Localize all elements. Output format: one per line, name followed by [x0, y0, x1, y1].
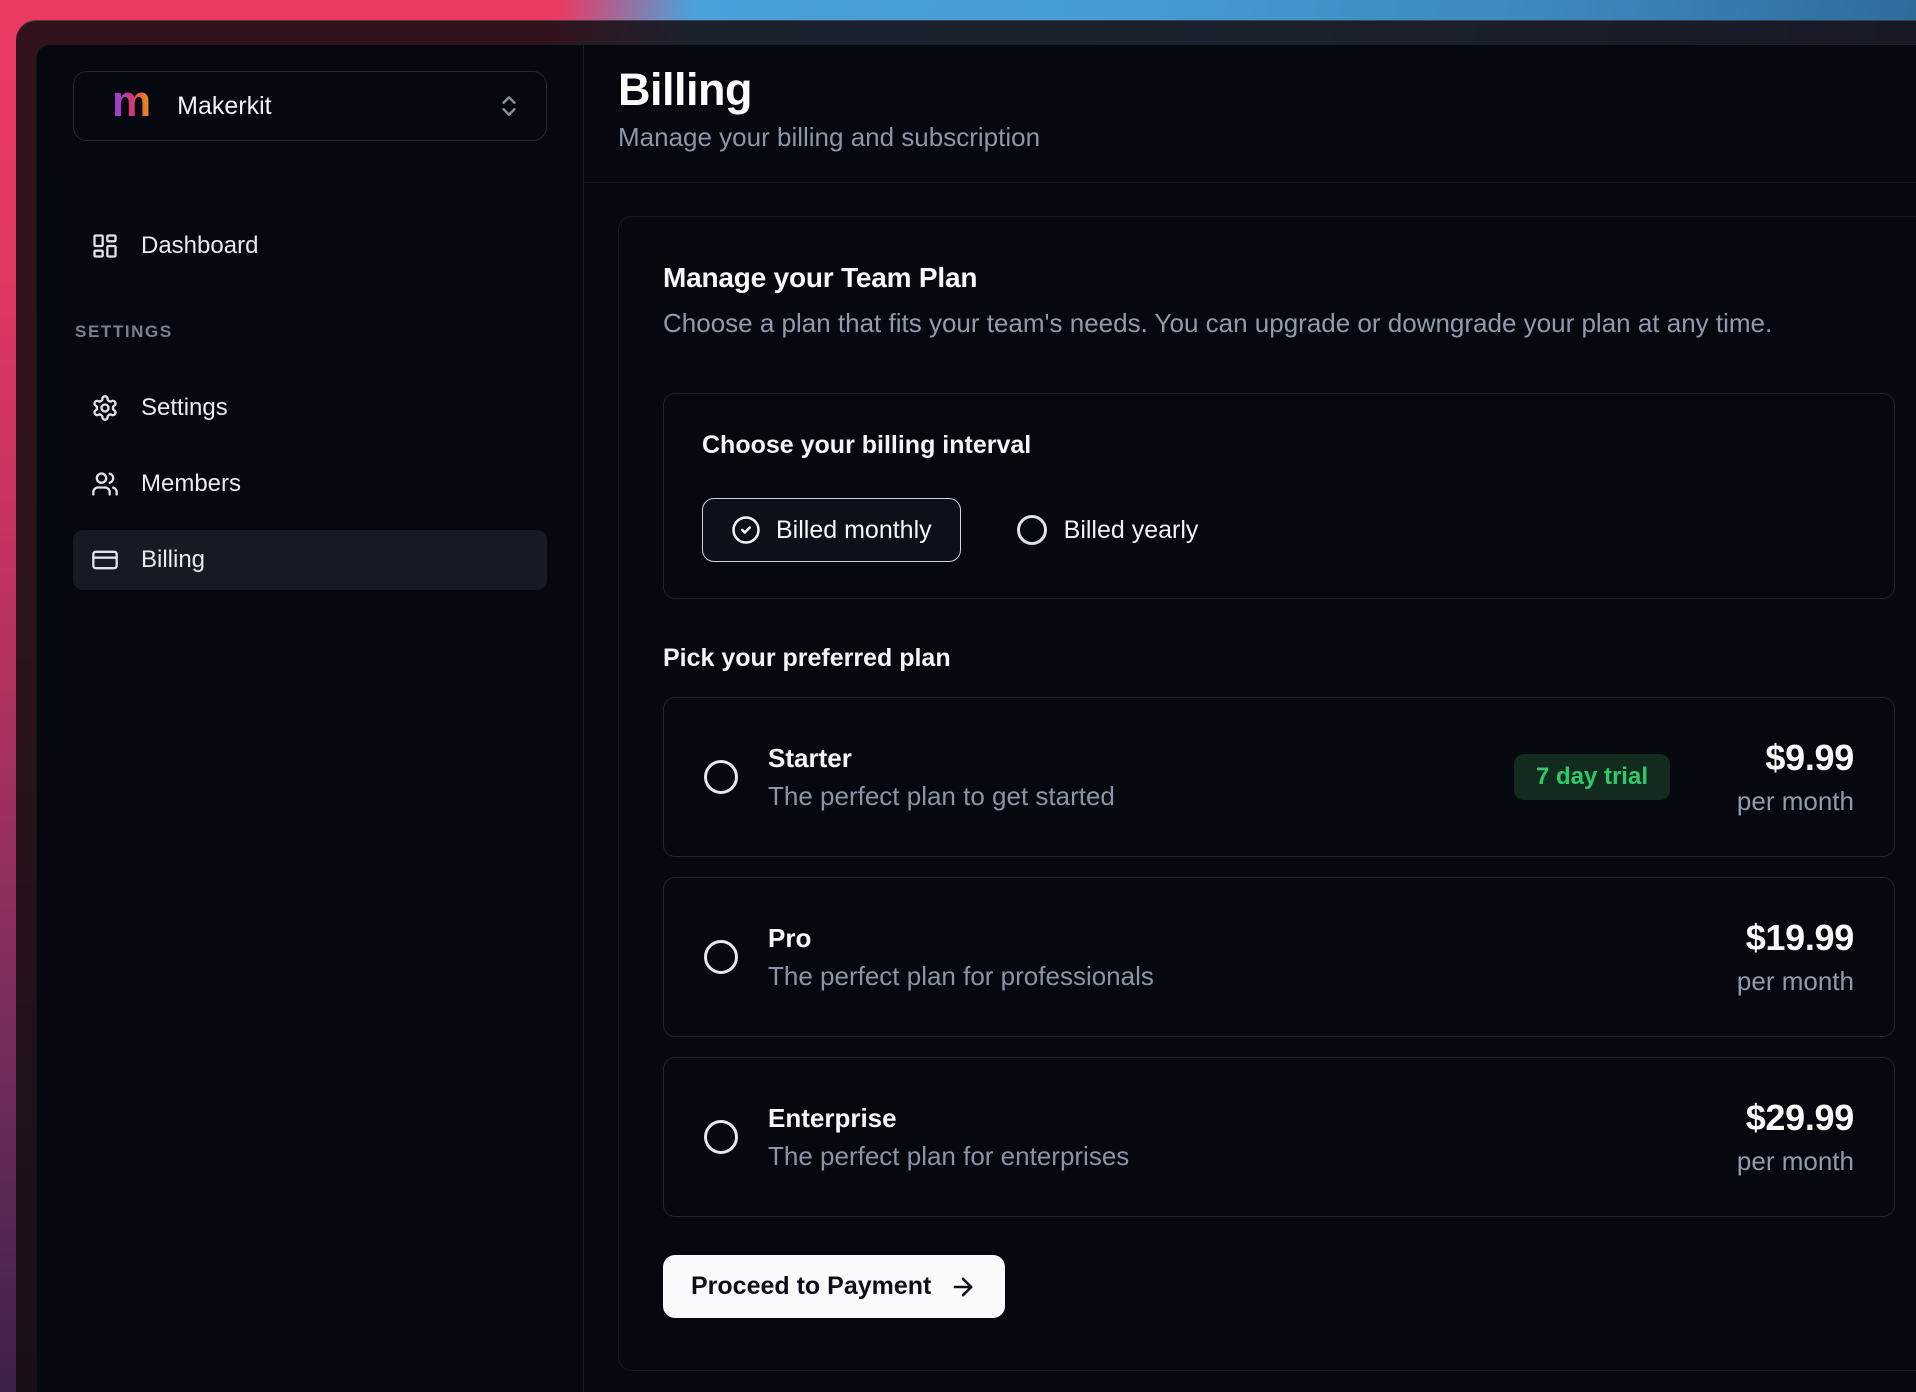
sidebar-item-members[interactable]: Members: [73, 454, 547, 514]
plan-row-pro[interactable]: Pro The perfect plan for professionals $…: [663, 877, 1895, 1037]
sidebar-item-settings[interactable]: Settings: [73, 378, 547, 438]
page-title: Billing: [618, 65, 1876, 115]
sidebar-item-label: Dashboard: [141, 232, 258, 260]
price-block: $9.99 per month: [1704, 738, 1854, 817]
plan-name: Starter: [768, 742, 1115, 774]
sidebar-item-dashboard[interactable]: Dashboard: [73, 216, 547, 276]
radio-circle-icon[interactable]: [704, 1120, 738, 1154]
plan-info: Pro The perfect plan for professionals: [768, 922, 1154, 992]
plan-cadence: per month: [1704, 965, 1854, 997]
radio-circle-icon[interactable]: [704, 940, 738, 974]
team-name: Makerkit: [177, 92, 271, 121]
sidebar-section-label: SETTINGS: [75, 322, 547, 342]
plan-price: $19.99: [1704, 918, 1854, 958]
billed-monthly-option[interactable]: Billed monthly: [702, 498, 961, 562]
proceed-to-payment-label: Proceed to Payment: [691, 1272, 931, 1301]
sidebar-item-label: Settings: [141, 394, 228, 422]
page-header: Billing Manage your billing and subscrip…: [584, 45, 1916, 183]
main-content: Billing Manage your billing and subscrip…: [584, 45, 1916, 1392]
pick-plan-label: Pick your preferred plan: [663, 643, 1895, 673]
plan-row-enterprise[interactable]: Enterprise The perfect plan for enterpri…: [663, 1057, 1895, 1217]
trial-badge: 7 day trial: [1514, 754, 1670, 800]
plan-price: $9.99: [1704, 738, 1854, 778]
dashboard-icon: [91, 232, 119, 260]
plan-cadence: per month: [1704, 1145, 1854, 1177]
sidebar-item-label: Billing: [141, 546, 205, 574]
plan-cadence: per month: [1704, 785, 1854, 817]
sidebar: m Makerkit Dashboard SETTINGS Settings: [37, 45, 584, 1392]
radio-circle-icon[interactable]: [704, 760, 738, 794]
plan-description: The perfect plan to get started: [768, 780, 1115, 812]
users-icon: [91, 470, 119, 498]
billed-yearly-label: Billed yearly: [1064, 516, 1199, 545]
price-block: $19.99 per month: [1704, 918, 1854, 997]
chevrons-up-down-icon: [496, 93, 522, 119]
billed-monthly-label: Billed monthly: [776, 516, 932, 545]
plan-price: $29.99: [1704, 1098, 1854, 1138]
plan-row-starter[interactable]: Starter The perfect plan to get started …: [663, 697, 1895, 857]
sidebar-item-billing[interactable]: Billing: [73, 530, 547, 590]
plan-info: Enterprise The perfect plan for enterpri…: [768, 1102, 1129, 1172]
team-plan-card: Manage your Team Plan Choose a plan that…: [618, 216, 1916, 1371]
plan-info: Starter The perfect plan to get started: [768, 742, 1115, 812]
proceed-to-payment-button[interactable]: Proceed to Payment: [663, 1255, 1005, 1318]
app-window: m Makerkit Dashboard SETTINGS Settings: [36, 44, 1916, 1392]
page-body: Manage your Team Plan Choose a plan that…: [584, 183, 1916, 1392]
billing-interval-label: Choose your billing interval: [702, 430, 1856, 460]
plan-name: Pro: [768, 922, 1154, 954]
gear-icon: [91, 394, 119, 422]
card-subtitle: Choose a plan that fits your team's need…: [663, 307, 1895, 339]
plan-list: Starter The perfect plan to get started …: [663, 697, 1895, 1217]
plan-description: The perfect plan for enterprises: [768, 1140, 1129, 1172]
arrow-right-icon: [949, 1273, 977, 1301]
radio-circle-icon: [1017, 515, 1047, 545]
makerkit-logo-icon: m: [112, 87, 151, 117]
price-block: $29.99 per month: [1704, 1098, 1854, 1177]
billed-yearly-option[interactable]: Billed yearly: [1017, 515, 1199, 545]
billing-interval-options: Billed monthly Billed yearly: [702, 498, 1856, 562]
team-selector[interactable]: m Makerkit: [73, 71, 547, 141]
check-circle-icon: [731, 515, 761, 545]
plan-name: Enterprise: [768, 1102, 1129, 1134]
page-subtitle: Manage your billing and subscription: [618, 120, 1876, 154]
plan-description: The perfect plan for professionals: [768, 960, 1154, 992]
sidebar-nav: Dashboard SETTINGS Settings Members B: [73, 216, 547, 590]
sidebar-item-label: Members: [141, 470, 241, 498]
credit-card-icon: [91, 546, 119, 574]
billing-interval-box: Choose your billing interval Billed mont…: [663, 393, 1895, 599]
card-title: Manage your Team Plan: [663, 261, 1895, 295]
